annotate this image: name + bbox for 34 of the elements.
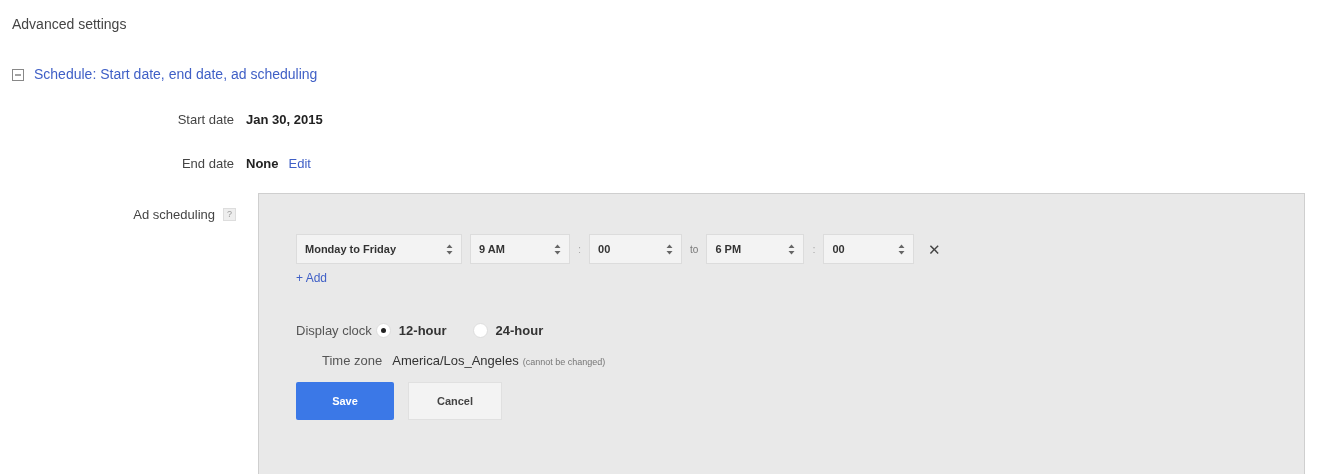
field-value: None bbox=[246, 155, 279, 174]
collapse-icon[interactable] bbox=[12, 68, 24, 81]
section-heading: Advanced settings bbox=[12, 15, 128, 34]
dropdown[interactable]: 00 bbox=[823, 234, 915, 264]
section-link[interactable]: Schedule: Start date, end date, ad scheduling bbox=[34, 64, 318, 85]
close-button[interactable]: ✕ bbox=[928, 241, 942, 257]
clock-label: Display clock bbox=[296, 322, 372, 340]
add-link[interactable]: + Add bbox=[296, 269, 328, 287]
edit-link[interactable]: Edit bbox=[288, 154, 311, 174]
dropdown[interactable]: 00 bbox=[589, 234, 683, 264]
cancel-button[interactable]: Cancel bbox=[408, 382, 502, 420]
up-down-caret-icon bbox=[446, 243, 453, 255]
dropdown[interactable]: Monday to Friday bbox=[296, 234, 462, 264]
dropdown[interactable]: 9 AM bbox=[470, 234, 570, 264]
time-zone-label: Time zone bbox=[322, 351, 383, 370]
radio-label: 24-hour bbox=[495, 322, 544, 340]
field-value: Jan 30, 2015 bbox=[246, 111, 323, 130]
separator: : bbox=[578, 241, 582, 257]
save-button[interactable]: Save bbox=[296, 382, 394, 420]
time-zone-value: America/Los_Angeles bbox=[392, 351, 519, 370]
dropdown[interactable]: 6 PM bbox=[706, 234, 805, 264]
radio-label: 12-hour bbox=[398, 322, 447, 340]
separator: : bbox=[812, 241, 816, 257]
up-down-caret-icon bbox=[666, 243, 674, 255]
up-down-caret-icon bbox=[898, 243, 906, 255]
to-label: to bbox=[690, 242, 699, 257]
field-label: End date bbox=[180, 155, 234, 174]
up-down-caret-icon bbox=[554, 243, 561, 255]
radio-button[interactable] bbox=[472, 323, 488, 339]
time-zone-note: (cannot be changed) bbox=[522, 355, 606, 369]
radio-button[interactable] bbox=[375, 323, 391, 339]
up-down-caret-icon bbox=[788, 243, 796, 255]
field-label: Start date bbox=[176, 111, 234, 130]
field-label: Ad scheduling bbox=[133, 206, 215, 224]
